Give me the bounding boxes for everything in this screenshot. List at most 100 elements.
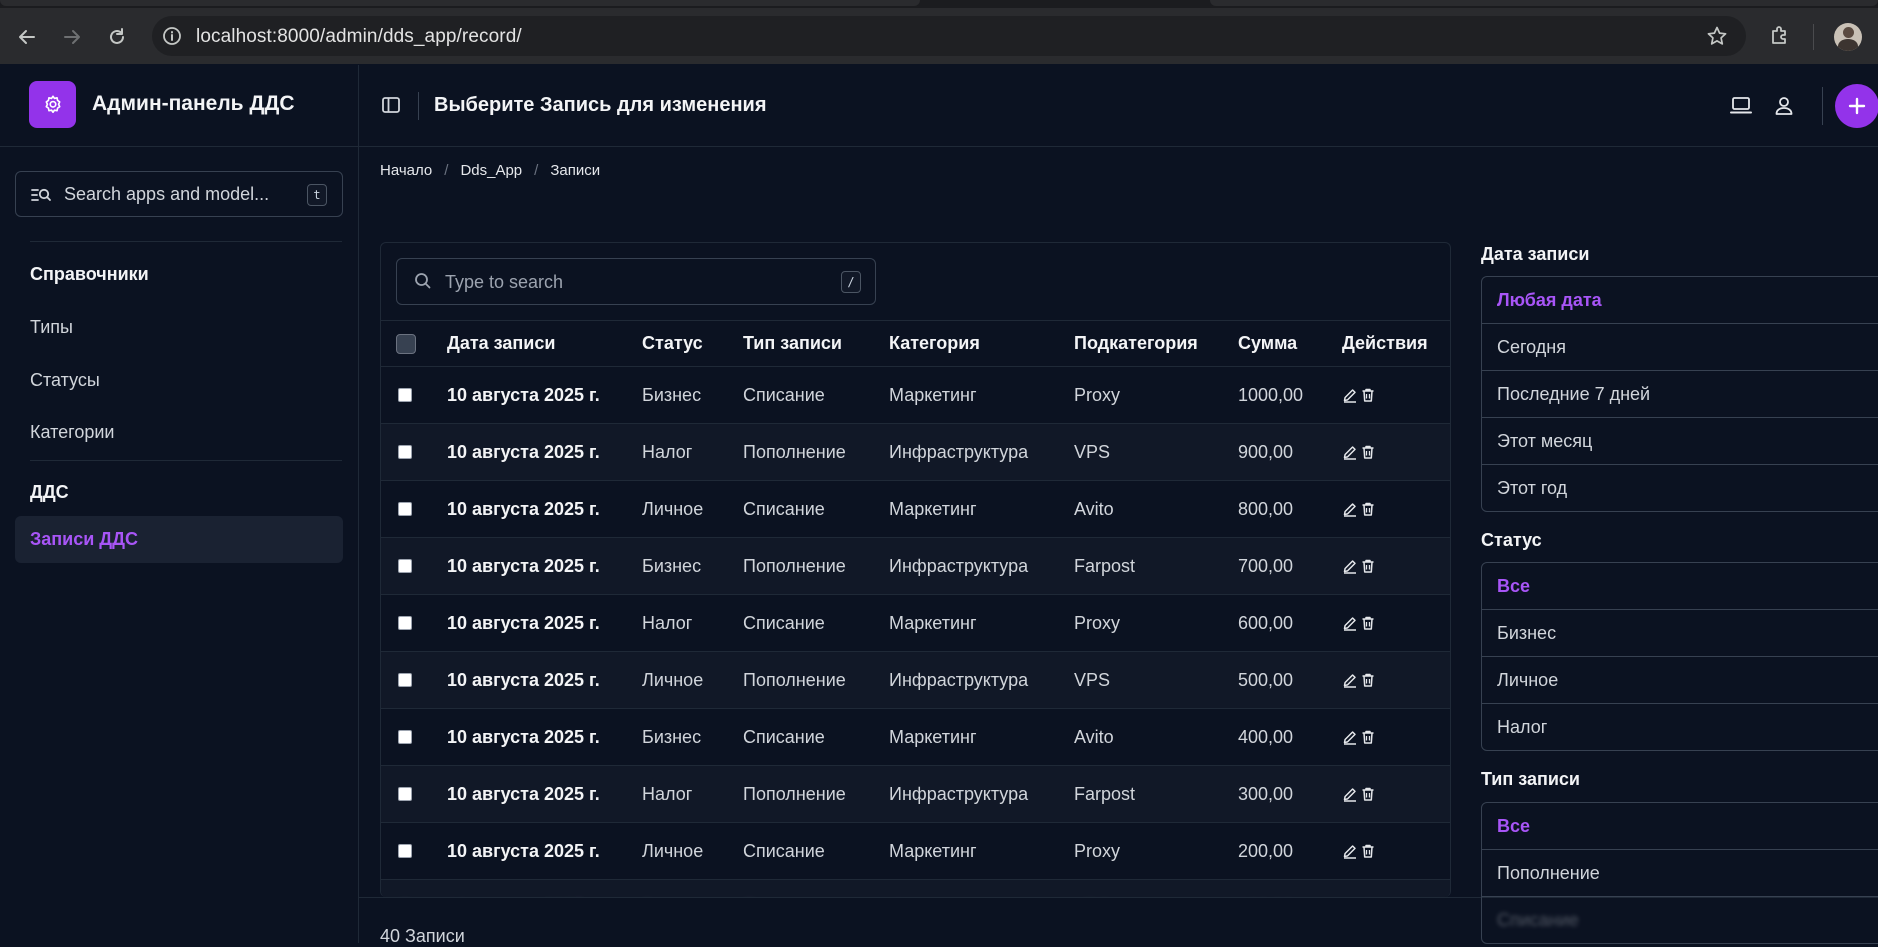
column-header-amount[interactable]: Сумма (1238, 321, 1342, 367)
table-row[interactable]: 10 августа 2025 г. Личное Списание Маркетин… (381, 481, 1450, 538)
sidebar-group-heading: Справочники (30, 264, 149, 284)
brand-title[interactable]: Админ-панель ДДС (92, 92, 295, 116)
trash-icon[interactable] (1360, 672, 1376, 688)
column-header-category[interactable]: Категория (889, 321, 1074, 367)
extensions-button[interactable] (1768, 24, 1792, 48)
table-row[interactable]: 10 августа 2025 г. Налог Пополнение Инфраст… (381, 765, 1450, 823)
site-info-icon[interactable] (162, 26, 182, 46)
filter-option[interactable]: Пополнение (1482, 850, 1878, 897)
row-select-cell (381, 481, 447, 538)
breadcrumb-home[interactable]: Начало (380, 162, 432, 179)
table-row[interactable]: 10 августа 2025 г. Налог Пополнение Инфраст… (381, 423, 1450, 481)
table-row[interactable]: 10 августа 2025 г. Налог Списание Маркетинг… (381, 595, 1450, 652)
sidebar-item-records[interactable]: Записи ДДС (15, 516, 343, 563)
record-status: Личное (642, 498, 704, 519)
trash-icon[interactable] (1360, 501, 1376, 517)
row-checkbox[interactable] (398, 844, 412, 858)
record-date[interactable]: 10 августа 2025 г. (447, 595, 642, 652)
browser-tab[interactable] (0, 0, 920, 6)
sidebar-toggle-icon[interactable] (381, 95, 401, 115)
select-all-checkbox[interactable] (396, 333, 416, 354)
filter-option[interactable]: Последние 7 дней (1482, 371, 1878, 418)
address-url[interactable]: localhost:8000/admin/dds_app/record/ (196, 26, 522, 48)
row-checkbox[interactable] (398, 502, 412, 516)
filter-option[interactable]: Налог (1482, 704, 1878, 750)
row-checkbox[interactable] (398, 445, 412, 459)
back-button[interactable] (14, 24, 40, 50)
filter-option[interactable]: Все (1482, 803, 1878, 850)
trash-icon[interactable] (1360, 729, 1376, 745)
filter-option[interactable]: Списание (1482, 897, 1878, 943)
row-checkbox[interactable] (398, 730, 412, 744)
record-date[interactable]: 10 августа 2025 г. (447, 367, 642, 424)
filter-option[interactable]: Любая дата (1482, 277, 1878, 324)
record-date[interactable]: 10 августа 2025 г. (447, 823, 642, 880)
filter-option[interactable]: Бизнес (1482, 610, 1878, 657)
column-header-subcategory[interactable]: Подкатегория (1074, 321, 1238, 367)
row-actions (1342, 823, 1450, 880)
edit-icon[interactable] (1342, 672, 1358, 688)
edit-icon[interactable] (1342, 786, 1358, 802)
filter-option[interactable]: Этот год (1482, 465, 1878, 511)
sidebar-item-statuses[interactable]: Статусы (30, 370, 100, 391)
filter-option[interactable]: Личное (1482, 657, 1878, 704)
star-icon[interactable] (1706, 25, 1728, 47)
brand-logo[interactable] (29, 81, 76, 128)
column-header-date[interactable]: Дата записи (447, 321, 642, 367)
trash-icon[interactable] (1360, 444, 1376, 460)
table-row[interactable]: 10 августа 2025 г. Бизнес Списание Маркетин… (381, 367, 1450, 424)
sidebar-item-types[interactable]: Типы (30, 317, 73, 338)
laptop-icon[interactable] (1729, 95, 1753, 117)
edit-icon[interactable] (1342, 501, 1358, 517)
filter-option[interactable]: Сегодня (1482, 324, 1878, 371)
row-select-cell (381, 709, 447, 766)
record-date[interactable]: 10 августа 2025 г. (447, 709, 642, 766)
edit-icon[interactable] (1342, 558, 1358, 574)
row-checkbox[interactable] (398, 787, 412, 801)
sidebar-search[interactable]: Search apps and model... t (15, 171, 343, 217)
reload-button[interactable] (104, 24, 130, 50)
record-date[interactable]: 10 августа 2025 г. (447, 766, 642, 823)
trash-icon[interactable] (1360, 387, 1376, 403)
edit-icon[interactable] (1342, 615, 1358, 631)
filter-option[interactable]: Этот месяц (1482, 418, 1878, 465)
person-icon[interactable] (1773, 95, 1795, 117)
row-checkbox[interactable] (398, 388, 412, 402)
edit-icon[interactable] (1342, 444, 1358, 460)
sidebar-search-input[interactable]: Search apps and model... (64, 184, 269, 205)
filter-option[interactable]: Все (1482, 563, 1878, 610)
row-checkbox[interactable] (398, 673, 412, 687)
record-date[interactable]: 10 августа 2025 г. (447, 481, 642, 538)
table-row[interactable]: 10 августа 2025 г.БизнесПополнениеИнфрас… (381, 879, 1450, 898)
breadcrumb-app[interactable]: Dds_App (460, 162, 522, 179)
table-row[interactable]: 10 августа 2025 г. Личное Списание Маркетин… (381, 823, 1450, 880)
table-search-input[interactable]: Type to search (445, 272, 563, 293)
sidebar-item-categories[interactable]: Категории (30, 422, 114, 443)
add-record-button[interactable] (1835, 84, 1878, 128)
record-date[interactable]: 10 августа 2025 г. (447, 880, 642, 898)
trash-icon[interactable] (1360, 615, 1376, 631)
table-search[interactable]: Type to search / (396, 258, 876, 305)
address-bar[interactable]: localhost:8000/admin/dds_app/record/ (152, 16, 1746, 56)
forward-button[interactable] (59, 24, 85, 50)
record-date[interactable]: 10 августа 2025 г. (447, 538, 642, 595)
trash-icon[interactable] (1360, 558, 1376, 574)
edit-icon[interactable] (1342, 843, 1358, 859)
profile-button[interactable] (1834, 23, 1862, 51)
table-row[interactable]: 10 августа 2025 г.БизнесПополнениеИнфрас… (381, 537, 1450, 595)
trash-icon[interactable] (1360, 786, 1376, 802)
edit-icon[interactable] (1342, 387, 1358, 403)
breadcrumb-separator: / (534, 162, 539, 179)
row-checkbox[interactable] (398, 616, 412, 630)
column-header-type[interactable]: Тип записи (743, 321, 889, 367)
record-date[interactable]: 10 августа 2025 г. (447, 424, 642, 481)
edit-icon[interactable] (1342, 729, 1358, 745)
table-row[interactable]: 10 августа 2025 г. Личное Пополнение Инфрас… (381, 651, 1450, 709)
browser-tab[interactable] (1210, 0, 1878, 6)
column-header-status[interactable]: Статус (642, 321, 743, 367)
record-date[interactable]: 10 августа 2025 г. (447, 652, 642, 709)
row-actions (1342, 481, 1450, 538)
table-row[interactable]: 10 августа 2025 г. Бизнес Списание Маркетин… (381, 709, 1450, 766)
trash-icon[interactable] (1360, 843, 1376, 859)
row-checkbox[interactable] (398, 559, 412, 573)
